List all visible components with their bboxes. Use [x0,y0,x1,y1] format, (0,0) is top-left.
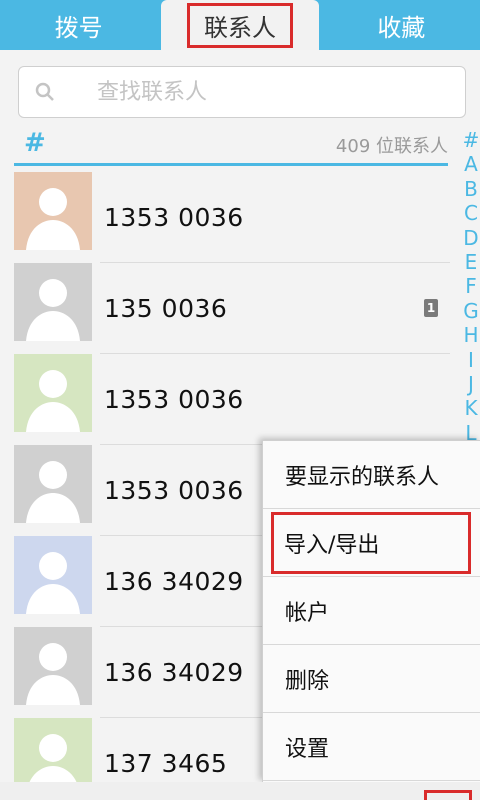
alpha-letter[interactable]: C [462,201,480,225]
tab-favorites-label: 收藏 [377,13,426,42]
menu-item-label: 删除 [285,668,330,694]
contact-name: 1353 0036 [104,202,244,232]
contact-name: 1353 0036 [104,475,244,505]
section-symbol: # [24,128,46,158]
alpha-letter[interactable]: # [462,128,480,152]
tab-contacts-label: 联系人 [186,2,293,48]
contact-row[interactable]: 1353 0036 [14,354,450,445]
menu-item-delete[interactable]: 删除 [263,645,480,713]
menu-item-settings[interactable]: 设置 [263,713,480,781]
alpha-letter[interactable]: G [462,299,480,323]
menu-item-label: 设置 [285,736,330,762]
tab-bar: 拨号 联系人 收藏 [0,0,480,50]
contact-name: 136 34029 [104,657,244,687]
menu-item-accounts[interactable]: 帐户 [263,577,480,645]
avatar [14,263,92,341]
section-header: # 409 位联系人 [14,128,448,166]
menu-item-label: 导入/导出 [271,511,471,574]
alpha-letter[interactable]: A [462,152,480,176]
alpha-letter[interactable]: K [462,396,480,420]
avatar [14,172,92,250]
menu-item-label: 帐户 [285,600,330,626]
alpha-letter[interactable]: J [462,372,480,396]
avatar [14,627,92,705]
contact-row[interactable]: 135 0036 1 [14,263,450,354]
search-input[interactable] [97,79,427,105]
tab-contacts[interactable]: 联系人 [161,0,319,50]
menu-item-display-contacts[interactable]: 要显示的联系人 [263,441,480,509]
alpha-letter[interactable]: E [462,250,480,274]
overflow-menu: 要显示的联系人 导入/导出 帐户 删除 设置 [262,440,480,782]
tab-dialer[interactable]: 拨号 [0,0,157,50]
menu-item-import-export[interactable]: 导入/导出 [263,509,480,577]
sim-badge: 1 [424,299,438,317]
search-box[interactable] [18,66,466,118]
alpha-letter[interactable]: I [462,348,480,372]
search-icon [35,82,55,102]
avatar [14,354,92,432]
tab-favorites[interactable]: 收藏 [323,0,480,50]
alpha-letter[interactable]: H [462,323,480,347]
contact-name: 1353 0036 [104,384,244,414]
avatar [14,445,92,523]
alpha-letter[interactable]: B [462,177,480,201]
contact-row[interactable]: 1353 0036 [14,172,450,263]
menu-button-highlight[interactable] [424,790,472,800]
contact-name: 135 0036 [104,293,228,323]
contact-name: 136 34029 [104,566,244,596]
alpha-letter[interactable]: D [462,226,480,250]
avatar [14,536,92,614]
bottom-bar [0,782,480,800]
alpha-index[interactable]: # A B C D E F G H I J K L [462,128,480,445]
alpha-letter[interactable]: F [462,274,480,298]
tab-dialer-label: 拨号 [54,13,103,42]
contact-count: 409 位联系人 [335,136,448,157]
contact-name: 137 3465 [104,748,228,778]
menu-item-label: 要显示的联系人 [285,464,440,490]
